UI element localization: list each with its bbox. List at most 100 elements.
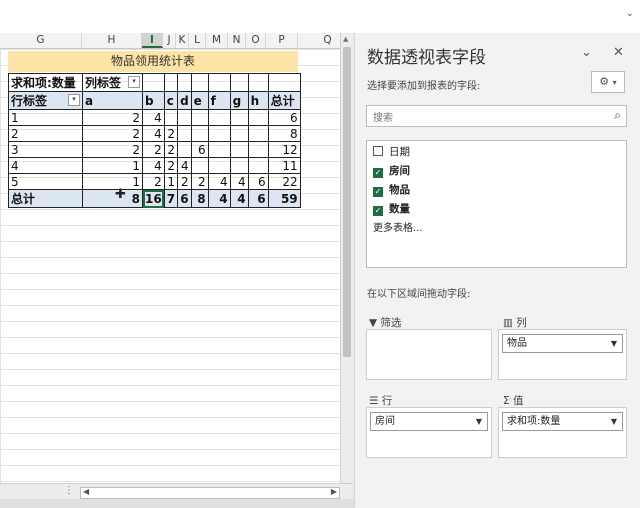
- cell[interactable]: 4: [207, 173, 231, 190]
- column-header-p[interactable]: P: [266, 33, 298, 48]
- row-label[interactable]: 5: [8, 173, 83, 190]
- total-label[interactable]: 总计: [8, 189, 83, 208]
- filter-dropdown-icon[interactable]: ▾: [128, 76, 140, 88]
- cell[interactable]: [247, 141, 269, 158]
- columns-field-chip[interactable]: 物品 ▼: [502, 334, 623, 353]
- cell[interactable]: 2: [142, 173, 165, 190]
- cell[interactable]: 2: [190, 173, 209, 190]
- field-item-date[interactable]: 日期: [373, 144, 410, 160]
- checkbox-unchecked-icon[interactable]: [373, 146, 383, 156]
- vertical-scrollbar[interactable]: ▲: [340, 33, 353, 483]
- more-tables-link[interactable]: 更多表格...: [373, 219, 423, 234]
- cell[interactable]: 4: [142, 109, 165, 126]
- total-cell[interactable]: 8: [82, 189, 143, 208]
- total-cell[interactable]: 8: [190, 189, 209, 208]
- checkbox-checked-icon[interactable]: ✓: [373, 206, 383, 216]
- total-cell[interactable]: 6: [247, 189, 269, 208]
- scroll-left-icon[interactable]: ◀: [83, 487, 89, 496]
- chevron-down-icon[interactable]: ⌄: [626, 8, 634, 19]
- cell[interactable]: [190, 157, 209, 174]
- cell[interactable]: 2: [82, 109, 143, 126]
- cell[interactable]: [207, 125, 231, 142]
- header-cell[interactable]: b: [142, 91, 165, 110]
- cell[interactable]: [247, 157, 269, 174]
- total-cell[interactable]: 4: [207, 189, 231, 208]
- tools-button[interactable]: ⚙ ▾: [591, 71, 625, 93]
- column-header-j[interactable]: J: [163, 33, 176, 48]
- cell[interactable]: [229, 157, 249, 174]
- chevron-down-icon[interactable]: ⌄: [581, 45, 592, 60]
- chevron-down-icon[interactable]: ▼: [476, 413, 482, 430]
- cell[interactable]: [177, 109, 192, 126]
- header-cell[interactable]: 总计: [267, 91, 301, 110]
- cell[interactable]: 4: [177, 157, 192, 174]
- rows-drop-zone[interactable]: 房间 ▼: [366, 407, 492, 458]
- scroll-thumb[interactable]: [343, 47, 351, 357]
- column-header-q[interactable]: Q: [298, 33, 340, 48]
- cell[interactable]: 4: [142, 125, 165, 142]
- cell[interactable]: 2: [163, 141, 179, 158]
- close-icon[interactable]: ✕: [613, 45, 624, 60]
- total-cell[interactable]: 6: [177, 189, 192, 208]
- chevron-down-icon[interactable]: ▼: [611, 413, 617, 430]
- header-cell[interactable]: g: [229, 91, 249, 110]
- cell[interactable]: [229, 141, 249, 158]
- header-cell[interactable]: c: [163, 91, 179, 110]
- pivot-table[interactable]: 求和项:数量 列标签 ▾ 行标签 ▾ a b c d e f g h 总计 1 2 …: [8, 73, 301, 208]
- values-field-chip[interactable]: 求和项:数量 ▼: [502, 412, 623, 431]
- cell[interactable]: [190, 109, 209, 126]
- total-cell[interactable]: 7: [163, 189, 179, 208]
- row-label[interactable]: 1: [8, 109, 83, 126]
- total-cell[interactable]: 4: [229, 189, 249, 208]
- cell[interactable]: 12: [267, 141, 301, 158]
- cell[interactable]: [229, 125, 249, 142]
- checkbox-checked-icon[interactable]: ✓: [373, 187, 383, 197]
- cell[interactable]: 2: [82, 141, 143, 158]
- row-label[interactable]: 2: [8, 125, 83, 142]
- row-label[interactable]: 3: [8, 141, 83, 158]
- cell[interactable]: 11: [267, 157, 301, 174]
- values-drop-zone[interactable]: 求和项:数量 ▼: [498, 407, 627, 458]
- field-item-item[interactable]: ✓ 物品: [373, 182, 410, 198]
- horizontal-scrollbar[interactable]: ◀ ▶: [80, 487, 340, 499]
- more-icon[interactable]: ⋮: [64, 485, 74, 496]
- table-title[interactable]: 物品领用统计表: [8, 51, 298, 72]
- cell[interactable]: [177, 141, 192, 158]
- cell[interactable]: 1: [82, 157, 143, 174]
- cell[interactable]: [247, 109, 269, 126]
- cell[interactable]: [177, 125, 192, 142]
- cell[interactable]: 2: [142, 141, 165, 158]
- header-cell[interactable]: d: [177, 91, 192, 110]
- header-cell[interactable]: a: [82, 91, 143, 110]
- row-labels-header[interactable]: 行标签 ▾: [8, 91, 83, 110]
- scroll-up-icon[interactable]: ▲: [343, 35, 348, 43]
- search-box[interactable]: ⌕: [366, 105, 627, 129]
- cell[interactable]: 8: [267, 125, 301, 142]
- header-cell[interactable]: h: [247, 91, 269, 110]
- cell[interactable]: 2: [177, 173, 192, 190]
- cell[interactable]: 1: [163, 173, 179, 190]
- row-label[interactable]: 4: [8, 157, 83, 174]
- cell[interactable]: 2: [82, 125, 143, 142]
- cell[interactable]: [163, 109, 179, 126]
- column-header-g[interactable]: G: [0, 33, 82, 48]
- filter-dropdown-icon[interactable]: ▾: [68, 94, 80, 106]
- cell[interactable]: [207, 109, 231, 126]
- total-cell[interactable]: 16: [142, 189, 165, 208]
- total-cell[interactable]: 59: [267, 189, 301, 208]
- column-header-i[interactable]: I: [142, 33, 163, 48]
- cell[interactable]: 22: [267, 173, 301, 190]
- rows-field-chip[interactable]: 房间 ▼: [370, 412, 488, 431]
- field-item-room[interactable]: ✓ 房间: [373, 163, 410, 179]
- header-cell[interactable]: e: [190, 91, 209, 110]
- scroll-right-icon[interactable]: ▶: [331, 487, 337, 496]
- cell[interactable]: [207, 157, 231, 174]
- field-item-quantity[interactable]: ✓ 数量: [373, 201, 410, 217]
- column-labels-header[interactable]: 列标签 ▾: [82, 73, 143, 92]
- cell[interactable]: 4: [229, 173, 249, 190]
- cell[interactable]: 4: [142, 157, 165, 174]
- cell[interactable]: [190, 125, 209, 142]
- column-header-n[interactable]: N: [228, 33, 246, 48]
- column-header-k[interactable]: K: [176, 33, 189, 48]
- checkbox-checked-icon[interactable]: ✓: [373, 168, 383, 178]
